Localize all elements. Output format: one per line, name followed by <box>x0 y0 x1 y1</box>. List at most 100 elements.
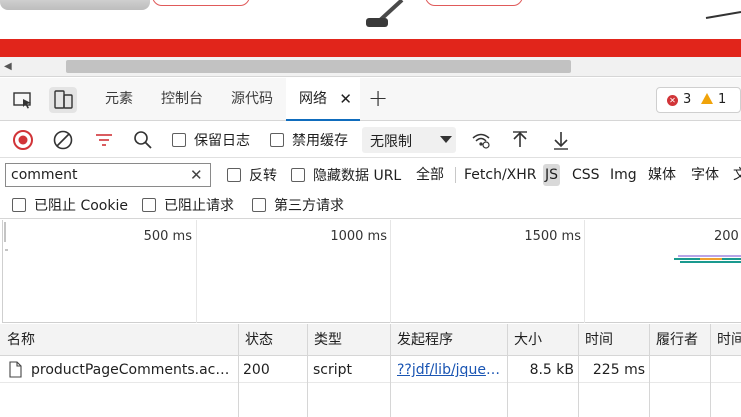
filter-type-js[interactable]: JS <box>543 164 561 186</box>
tab-sources[interactable]: 源代码 <box>221 78 283 121</box>
cell-time: 225 ms <box>592 362 645 378</box>
warning-icon <box>701 93 713 104</box>
grid-line <box>584 220 585 323</box>
horizontal-scrollbar[interactable]: ◀ <box>0 57 741 77</box>
disable-cache-label: 禁用缓存 <box>292 133 348 149</box>
third-party-label: 第三方请求 <box>274 198 344 214</box>
record-icon[interactable] <box>12 129 34 151</box>
blocked-requests-checkbox[interactable] <box>142 198 156 212</box>
device-emulation-icon[interactable] <box>49 87 77 113</box>
overview-request-bars <box>674 255 741 263</box>
timeline-tick-label: 200 <box>714 229 739 244</box>
column-header-status[interactable]: 状态 <box>238 324 307 356</box>
column-divider[interactable] <box>710 324 711 417</box>
hide-data-urls-checkbox[interactable] <box>291 168 305 182</box>
filter-type-fetch-xhr[interactable]: Fetch/XHR <box>462 164 539 186</box>
webpage-viewport <box>0 0 741 57</box>
tab-network[interactable]: 网络 ✕ <box>286 78 360 121</box>
cell-status: 200 <box>243 362 270 378</box>
page-button[interactable] <box>152 0 250 6</box>
cell-type: script <box>313 362 353 378</box>
third-party-checkbox[interactable] <box>252 198 266 212</box>
grid-line <box>390 220 391 323</box>
cell-initiator-link[interactable]: ??jdf/lib/jquer... <box>397 357 503 383</box>
filter-type-doc[interactable]: 文 <box>731 164 741 186</box>
scroll-left-icon[interactable]: ◀ <box>4 61 12 72</box>
tab-elements[interactable]: 元素 <box>96 78 142 121</box>
filter-row: ✕ 反转 隐藏数据 URL 全部 Fetch/XHR JS CSS Img 媒体… <box>0 159 741 191</box>
document-icon <box>9 361 22 378</box>
tab-label: 元素 <box>105 91 133 107</box>
filter-input[interactable] <box>5 163 211 187</box>
tab-label: 源代码 <box>231 91 273 107</box>
import-har-icon[interactable] <box>509 129 531 151</box>
preserve-log-checkbox[interactable] <box>172 133 186 147</box>
table-header: 名称 状态 类型 发起程序 大小 时间 履行者 时间 <box>0 324 741 356</box>
disable-cache-checkbox[interactable] <box>270 133 284 147</box>
promo-banner <box>0 39 741 57</box>
column-divider[interactable] <box>390 324 391 417</box>
column-header-initiator[interactable]: 发起程序 <box>390 324 507 356</box>
column-divider[interactable] <box>578 324 579 417</box>
throttle-select[interactable]: 无限制 <box>362 127 456 153</box>
tab-label: 网络 <box>299 91 327 107</box>
error-count: 3 <box>683 92 692 107</box>
overview-handle-icon <box>4 222 8 251</box>
throttle-value: 无限制 <box>370 134 412 150</box>
issues-counter[interactable]: ✕ 3 1 <box>656 87 741 113</box>
inspect-element-icon[interactable] <box>12 90 34 110</box>
column-divider[interactable] <box>307 324 308 417</box>
invert-label: 反转 <box>249 168 277 184</box>
filter-type-all[interactable]: 全部 <box>414 164 446 186</box>
network-overview[interactable]: 500 ms 1000 ms 1500 ms 200 <box>0 220 741 323</box>
vacuum-product-image <box>366 0 404 27</box>
tab-console[interactable]: 控制台 <box>150 78 214 121</box>
column-divider[interactable] <box>649 324 650 417</box>
add-tab-icon[interactable]: + <box>368 84 388 112</box>
warning-count: 1 <box>718 92 727 107</box>
export-har-icon[interactable] <box>550 129 572 151</box>
blocked-cookies-label: 已阻止 Cookie <box>34 198 128 214</box>
hide-data-urls-label: 隐藏数据 URL <box>313 168 402 184</box>
page-button[interactable] <box>425 0 523 6</box>
column-header-size[interactable]: 大小 <box>507 324 578 356</box>
column-divider[interactable] <box>238 324 239 417</box>
clear-icon[interactable] <box>52 129 74 151</box>
table-row[interactable]: productPageComments.acti... 200 script ?… <box>0 357 741 383</box>
error-icon: ✕ <box>667 95 678 106</box>
column-header-time[interactable]: 时间 <box>578 324 649 356</box>
requests-table: 名称 状态 类型 发起程序 大小 时间 履行者 时间 productPageCo… <box>0 324 741 417</box>
timeline-tick-label: 1500 ms <box>524 229 581 244</box>
blocked-cookies-checkbox[interactable] <box>12 198 26 212</box>
filter-row-secondary: 已阻止 Cookie 已阻止请求 第三方请求 <box>0 191 741 219</box>
column-header-waterfall[interactable]: 时间 <box>710 324 741 356</box>
scrollbar-thumb[interactable] <box>66 60 571 73</box>
cell-size: 8.5 kB <box>529 362 574 378</box>
timeline-tick-label: 500 ms <box>143 229 192 244</box>
preserve-log-label: 保留日志 <box>194 133 250 149</box>
filter-type-css[interactable]: CSS <box>570 164 602 186</box>
timeline-tick-label: 1000 ms <box>330 229 387 244</box>
column-header-name[interactable]: 名称 <box>0 324 238 356</box>
devtools-tabbar: 元素 控制台 源代码 网络 ✕ + ✕ 3 1 <box>0 78 741 121</box>
column-header-fulfilled-by[interactable]: 履行者 <box>649 324 710 356</box>
network-conditions-icon[interactable] <box>470 129 492 151</box>
chevron-down-icon <box>440 136 452 143</box>
cell-name[interactable]: productPageComments.acti... <box>31 357 233 383</box>
close-icon[interactable]: ✕ <box>339 78 352 121</box>
grid-line <box>196 220 197 323</box>
blocked-requests-label: 已阻止请求 <box>164 198 234 214</box>
filter-type-font[interactable]: 字体 <box>689 164 721 186</box>
filter-icon[interactable] <box>93 129 115 151</box>
filter-type-media[interactable]: 媒体 <box>646 164 678 186</box>
product-image <box>705 11 741 19</box>
clear-filter-icon[interactable]: ✕ <box>190 166 203 184</box>
filter-type-img[interactable]: Img <box>608 164 639 186</box>
invert-checkbox[interactable] <box>227 168 241 182</box>
product-image <box>0 0 150 10</box>
column-header-type[interactable]: 类型 <box>307 324 390 356</box>
search-icon[interactable] <box>132 129 154 151</box>
tab-label: 控制台 <box>161 91 203 107</box>
cell-waterfall <box>714 357 741 383</box>
column-divider[interactable] <box>507 324 508 417</box>
